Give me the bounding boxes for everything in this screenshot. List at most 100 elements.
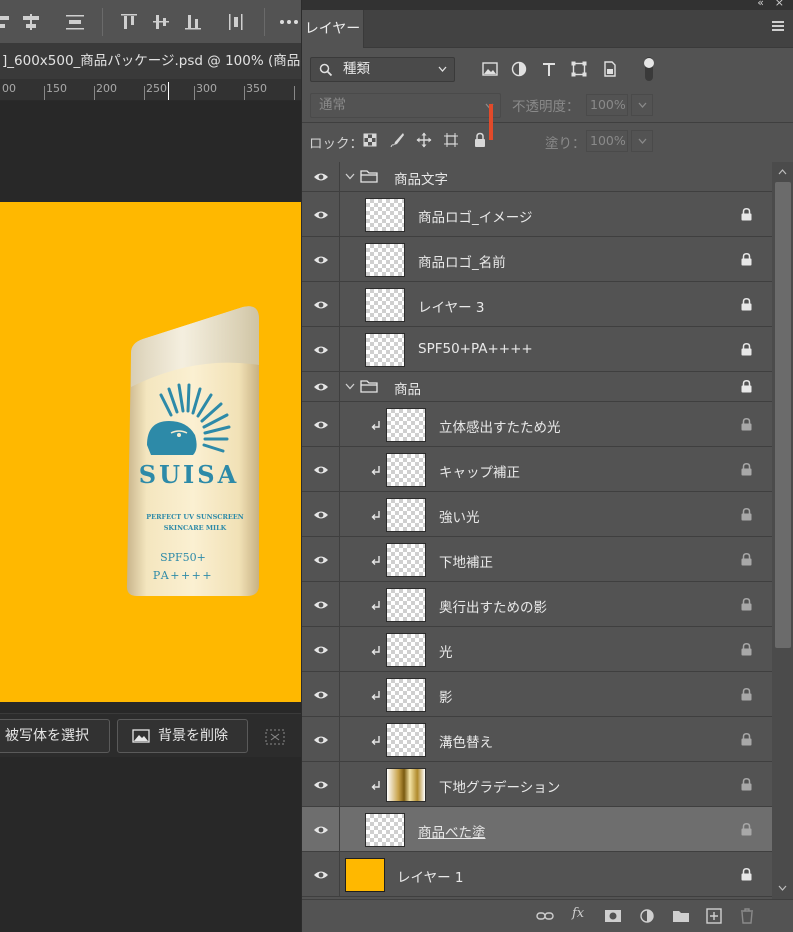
layer-row[interactable]: 下地グラデーション bbox=[302, 762, 772, 807]
chevron-down-icon[interactable] bbox=[345, 173, 355, 180]
delete-layer-icon[interactable] bbox=[738, 908, 756, 924]
distribute-vertical-icon[interactable] bbox=[64, 11, 86, 33]
visibility-eye-icon[interactable] bbox=[313, 209, 329, 221]
layer-row[interactable]: 光 bbox=[302, 627, 772, 672]
collapse-panel-icon[interactable]: « bbox=[757, 0, 764, 9]
layer-row[interactable]: レイヤー 1 bbox=[302, 852, 772, 897]
layer-row[interactable]: 商品べた塗 bbox=[302, 807, 772, 852]
filter-type-icon[interactable] bbox=[540, 60, 558, 78]
new-adjustment-icon[interactable] bbox=[638, 908, 656, 924]
lock-transparent-pixels-icon[interactable] bbox=[362, 132, 378, 148]
lock-image-pixels-icon[interactable] bbox=[389, 132, 405, 148]
ruler-label: 150 bbox=[46, 82, 67, 95]
scroll-down-icon[interactable] bbox=[778, 885, 787, 891]
layer-row[interactable]: SPF50+PA++++ bbox=[302, 327, 772, 372]
opacity-dropdown-button[interactable] bbox=[631, 94, 653, 116]
layer-name: レイヤー 3 bbox=[418, 299, 485, 316]
visibility-eye-icon[interactable] bbox=[313, 824, 329, 836]
fill-input[interactable]: 100% bbox=[586, 130, 628, 152]
blend-mode-select[interactable]: 通常 bbox=[310, 93, 501, 118]
layer-thumbnail[interactable] bbox=[386, 497, 426, 532]
layer-row[interactable]: キャップ補正 bbox=[302, 447, 772, 492]
layer-thumbnail[interactable] bbox=[386, 767, 426, 802]
filter-pixel-icon[interactable] bbox=[481, 60, 499, 78]
align-bottom-icon[interactable] bbox=[182, 11, 204, 33]
layer-row[interactable]: 奥行出すための影 bbox=[302, 582, 772, 627]
visibility-eye-icon[interactable] bbox=[313, 644, 329, 656]
transform-icon[interactable] bbox=[264, 728, 286, 746]
align-vcenter-icon[interactable] bbox=[150, 11, 172, 33]
visibility-eye-icon[interactable] bbox=[313, 299, 329, 311]
layer-name: 下地グラデーション bbox=[439, 779, 561, 796]
select-subject-button[interactable]: 被写体を選択 bbox=[0, 719, 110, 753]
align-top-icon[interactable] bbox=[118, 11, 140, 33]
layer-row[interactable]: 影 bbox=[302, 672, 772, 717]
layer-name: 下地補正 bbox=[439, 554, 493, 571]
layer-thumbnail[interactable] bbox=[386, 632, 426, 667]
layer-row[interactable]: レイヤー 3 bbox=[302, 282, 772, 327]
new-group-icon[interactable] bbox=[672, 908, 690, 924]
lock-position-icon[interactable] bbox=[416, 132, 432, 148]
layer-thumbnail[interactable] bbox=[365, 197, 405, 232]
visibility-eye-icon[interactable] bbox=[313, 554, 329, 566]
layer-row[interactable]: 商品ロゴ_イメージ bbox=[302, 192, 772, 237]
visibility-eye-icon[interactable] bbox=[313, 734, 329, 746]
chevron-down-icon[interactable] bbox=[345, 383, 355, 390]
layer-thumbnail[interactable] bbox=[386, 542, 426, 577]
filter-adjustment-icon[interactable] bbox=[510, 60, 528, 78]
visibility-eye-icon[interactable] bbox=[313, 779, 329, 791]
lock-artboard-icon[interactable] bbox=[443, 132, 459, 148]
scrollbar-thumb[interactable] bbox=[775, 182, 791, 648]
layer-row[interactable]: 強い光 bbox=[302, 492, 772, 537]
distribute-horizontal-icon[interactable] bbox=[225, 11, 247, 33]
fx-icon[interactable]: fx bbox=[572, 906, 590, 922]
layer-thumbnail[interactable] bbox=[365, 812, 405, 847]
filter-smartobject-icon[interactable] bbox=[601, 60, 619, 78]
new-layer-icon[interactable] bbox=[705, 908, 723, 924]
align-left-icon[interactable] bbox=[0, 11, 16, 33]
layer-thumbnail[interactable] bbox=[386, 587, 426, 622]
layers-scrollbar[interactable] bbox=[772, 162, 793, 899]
visibility-eye-icon[interactable] bbox=[313, 254, 329, 266]
layer-thumbnail[interactable] bbox=[386, 677, 426, 712]
layer-group-row[interactable]: 商品 bbox=[302, 372, 772, 402]
layer-group-row[interactable]: 商品文字 bbox=[302, 162, 772, 192]
lock-all-icon[interactable] bbox=[472, 132, 488, 148]
remove-background-button[interactable]: 背景を削除 bbox=[117, 719, 248, 753]
visibility-eye-icon[interactable] bbox=[313, 171, 329, 183]
close-panel-icon[interactable]: × bbox=[775, 0, 784, 9]
link-layers-icon[interactable] bbox=[536, 908, 554, 924]
align-center-icon[interactable] bbox=[20, 11, 42, 33]
layer-thumbnail[interactable] bbox=[386, 452, 426, 487]
scroll-up-icon[interactable] bbox=[778, 169, 787, 175]
layer-row[interactable]: 立体感出すたため光 bbox=[302, 402, 772, 447]
filter-toggle-switch[interactable] bbox=[643, 57, 655, 81]
layer-thumbnail[interactable] bbox=[386, 722, 426, 757]
tab-layers[interactable]: レイヤー bbox=[302, 10, 364, 48]
layer-thumbnail[interactable] bbox=[365, 332, 405, 367]
layer-thumbnail[interactable] bbox=[386, 407, 426, 442]
visibility-eye-icon[interactable] bbox=[313, 344, 329, 356]
document-tab[interactable]: ]_600x500_商品パッケージ.psd @ 100% (商品べた bbox=[0, 44, 301, 79]
layer-row[interactable]: 下地補正 bbox=[302, 537, 772, 582]
layer-lock-icon bbox=[741, 507, 752, 520]
add-mask-icon[interactable] bbox=[604, 908, 622, 924]
visibility-eye-icon[interactable] bbox=[313, 599, 329, 611]
layer-thumbnail[interactable] bbox=[365, 242, 405, 277]
more-options-icon[interactable] bbox=[278, 11, 300, 33]
visibility-eye-icon[interactable] bbox=[313, 464, 329, 476]
visibility-eye-icon[interactable] bbox=[313, 509, 329, 521]
layer-row[interactable]: 溝色替え bbox=[302, 717, 772, 762]
filter-shape-icon[interactable] bbox=[570, 60, 588, 78]
visibility-eye-icon[interactable] bbox=[313, 869, 329, 881]
layer-row[interactable]: 商品ロゴ_名前 bbox=[302, 237, 772, 282]
layer-thumbnail[interactable] bbox=[345, 857, 385, 892]
visibility-eye-icon[interactable] bbox=[313, 689, 329, 701]
layer-thumbnail[interactable] bbox=[365, 287, 405, 322]
opacity-input[interactable]: 100% bbox=[586, 94, 628, 116]
visibility-eye-icon[interactable] bbox=[313, 381, 329, 393]
filter-kind-select[interactable]: 種類 bbox=[310, 57, 455, 82]
visibility-eye-icon[interactable] bbox=[313, 419, 329, 431]
panel-menu-icon[interactable] bbox=[772, 21, 784, 33]
fill-dropdown-button[interactable] bbox=[631, 130, 653, 152]
